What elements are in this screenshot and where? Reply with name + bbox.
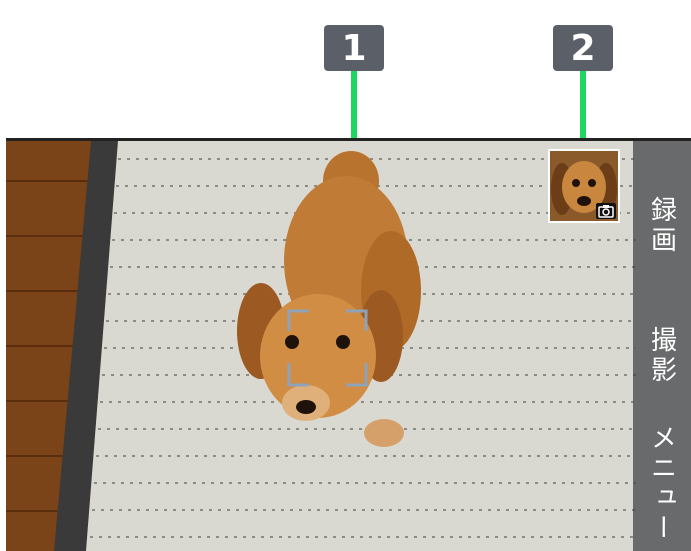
menu-button[interactable]: メニュー xyxy=(633,421,691,546)
last-photo-thumbnail[interactable] xyxy=(548,149,620,223)
camera-icon xyxy=(596,203,616,219)
record-button[interactable]: 録画 xyxy=(633,181,691,271)
callout-1-badge: 1 xyxy=(324,25,384,71)
camera-control-panel: 録画 撮影 メニュー xyxy=(633,141,691,551)
camera-viewfinder[interactable]: 録画 撮影 メニュー xyxy=(6,138,691,551)
callout-2-badge: 2 xyxy=(553,25,613,71)
shutter-button[interactable]: 撮影 xyxy=(633,311,691,401)
